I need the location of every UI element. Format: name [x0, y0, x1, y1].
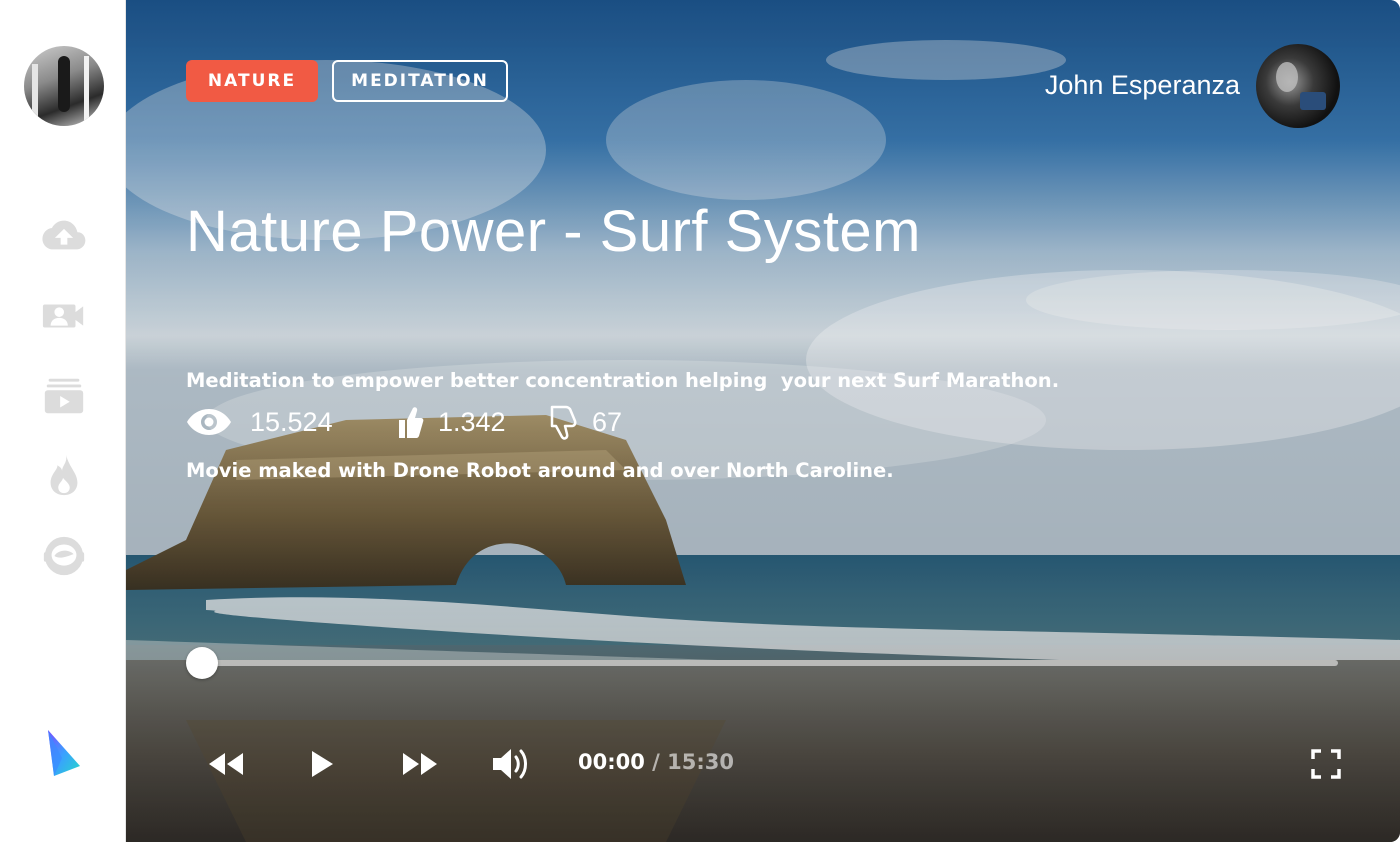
eye-icon	[187, 409, 231, 435]
video-camera-icon[interactable]	[40, 292, 88, 340]
fire-icon[interactable]	[40, 450, 88, 498]
current-time: 00:00	[578, 750, 645, 774]
astronaut-icon[interactable]	[40, 532, 88, 580]
total-time: 15:30	[667, 750, 735, 774]
description-line: Meditation to empower better concentrati…	[186, 369, 1060, 392]
author-avatar[interactable]	[1256, 44, 1340, 128]
sidebar	[0, 0, 126, 842]
fullscreen-icon	[1311, 749, 1341, 779]
play-icon	[312, 751, 333, 777]
fullscreen-button[interactable]	[1308, 744, 1344, 784]
volume-icon	[493, 749, 527, 779]
sail-logo[interactable]	[44, 728, 84, 780]
profile-avatar[interactable]	[24, 46, 104, 126]
video-stage[interactable]: NATURE MEDITATION John Esperanza Nature …	[126, 0, 1400, 842]
fast-forward-icon	[403, 753, 437, 775]
progress-handle[interactable]	[186, 647, 218, 679]
cloud-upload-icon[interactable]	[40, 212, 88, 260]
tag-meditation[interactable]: MEDITATION	[332, 60, 508, 102]
description-line: Movie maked with Drone Robot around and …	[186, 459, 894, 482]
time-separator: /	[652, 750, 660, 774]
fast-forward-button[interactable]	[398, 744, 442, 784]
dislikes-count: 67	[592, 406, 623, 437]
video-title: Nature Power - Surf System	[186, 199, 921, 264]
volume-button[interactable]	[490, 744, 532, 784]
thumbs-down-icon[interactable]	[548, 403, 578, 441]
author-name[interactable]: John Esperanza	[1045, 70, 1240, 101]
progress-bar[interactable]	[186, 647, 1338, 679]
rewind-button[interactable]	[204, 744, 248, 784]
views-stat: 15.524	[186, 400, 333, 444]
dislikes-stat[interactable]: 67	[548, 400, 622, 444]
time-display: 00:00 / 15:30	[578, 750, 734, 774]
likes-stat[interactable]: 1.342	[398, 400, 506, 444]
thumbs-up-icon[interactable]	[398, 405, 424, 439]
tag-nature[interactable]: NATURE	[186, 60, 318, 102]
playlist-icon[interactable]	[40, 372, 88, 420]
views-count: 15.524	[250, 406, 333, 437]
rewind-icon	[209, 753, 243, 775]
likes-count: 1.342	[438, 406, 506, 437]
play-button[interactable]	[304, 744, 340, 784]
